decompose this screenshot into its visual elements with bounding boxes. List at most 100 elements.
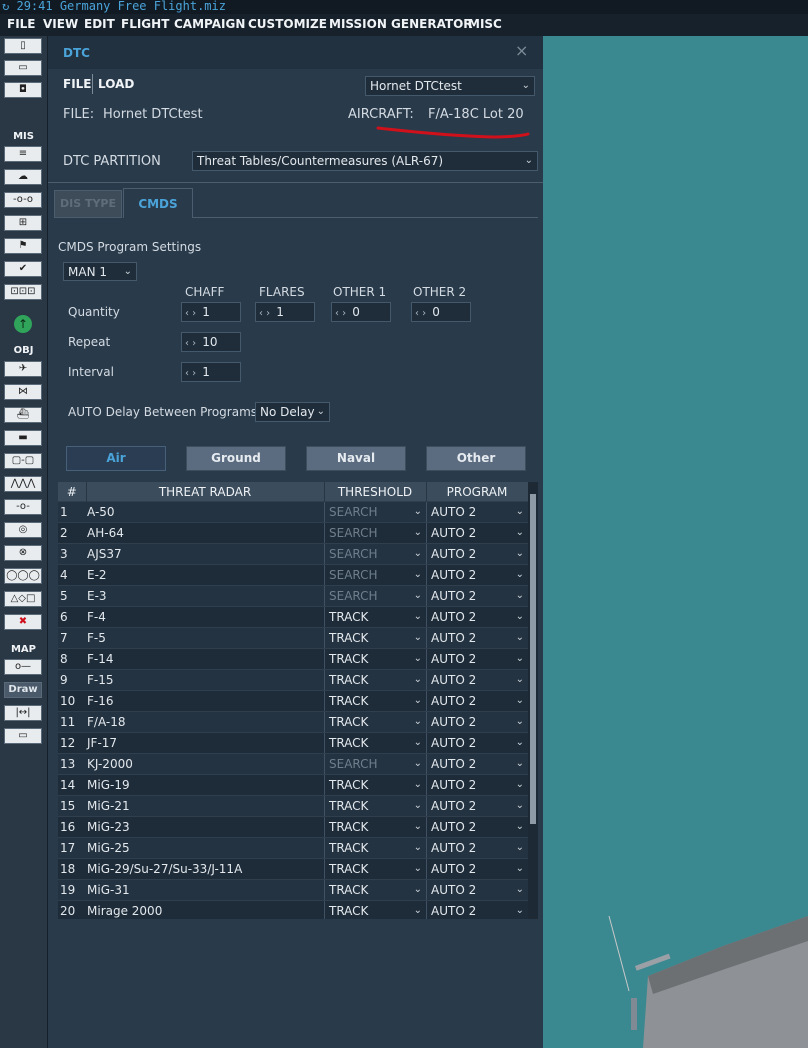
program-select[interactable]: AUTO 2 ⌄: [426, 817, 528, 837]
threshold-select[interactable]: TRACK ⌄: [324, 670, 426, 690]
menu-customize[interactable]: CUSTOMIZE: [248, 17, 327, 31]
program-select[interactable]: AUTO 2 ⌄: [426, 838, 528, 858]
menu-view[interactable]: VIEW: [43, 17, 78, 31]
check-icon[interactable]: ✔: [4, 261, 42, 277]
menu-file[interactable]: FILE: [7, 17, 36, 31]
other1-quantity-stepper[interactable]: ‹ › 0: [331, 302, 391, 322]
repeat-stepper[interactable]: ‹ › 10: [181, 332, 241, 352]
distance-icon[interactable]: |↔|: [4, 705, 42, 721]
delete-icon[interactable]: ✖: [4, 614, 42, 630]
category-air-button[interactable]: Air: [66, 446, 166, 471]
threshold-select[interactable]: SEARCH ⌄: [324, 754, 426, 774]
program-select[interactable]: AUTO 2 ⌄: [426, 502, 528, 522]
trigger-zone-icon[interactable]: ◎: [4, 522, 42, 538]
threshold-select[interactable]: TRACK ⌄: [324, 733, 426, 753]
table-scrollbar[interactable]: [528, 482, 538, 919]
up-arrow-icon[interactable]: ↑: [14, 315, 32, 333]
program-value: AUTO 2: [431, 715, 477, 729]
program-select[interactable]: AUTO 2 ⌄: [426, 523, 528, 543]
menu-campaign[interactable]: CAMPAIGN: [174, 17, 245, 31]
program-select[interactable]: AUTO 2 ⌄: [426, 565, 528, 585]
threshold-select[interactable]: SEARCH ⌄: [324, 523, 426, 543]
close-icon[interactable]: ×: [515, 41, 528, 60]
threshold-select[interactable]: TRACK ⌄: [324, 775, 426, 795]
map-options-icon[interactable]: ▭: [4, 728, 42, 744]
threshold-select[interactable]: TRACK ⌄: [324, 628, 426, 648]
shapes-icon[interactable]: △◇□: [4, 591, 42, 607]
ship-icon[interactable]: ⛴: [4, 407, 42, 423]
threshold-select[interactable]: TRACK ⌄: [324, 796, 426, 816]
chaff-quantity-stepper[interactable]: ‹ › 1: [181, 302, 241, 322]
program-select[interactable]: AUTO 2 ⌄: [426, 733, 528, 753]
menu-mission-generator[interactable]: MISSION GENERATOR: [329, 17, 473, 31]
new-file-icon[interactable]: ▯: [4, 38, 42, 54]
threshold-select[interactable]: TRACK ⌄: [324, 880, 426, 900]
program-select[interactable]: AUTO 2 ⌄: [426, 859, 528, 879]
other2-quantity-stepper[interactable]: ‹ › 0: [411, 302, 471, 322]
cmds-program-select[interactable]: MAN 1 ⌄: [63, 262, 137, 281]
program-select[interactable]: AUTO 2 ⌄: [426, 649, 528, 669]
threshold-select[interactable]: SEARCH ⌄: [324, 544, 426, 564]
threshold-select[interactable]: SEARCH ⌄: [324, 586, 426, 606]
subtab-dis-type[interactable]: DIS TYPE: [54, 190, 122, 218]
threshold-select[interactable]: TRACK ⌄: [324, 901, 426, 919]
threshold-select[interactable]: SEARCH ⌄: [324, 502, 426, 522]
draw-button[interactable]: Draw: [4, 682, 42, 698]
threshold-select[interactable]: TRACK ⌄: [324, 712, 426, 732]
program-select[interactable]: AUTO 2 ⌄: [426, 712, 528, 732]
weather-icon[interactable]: ☁: [4, 169, 42, 185]
category-naval-button[interactable]: Naval: [306, 446, 406, 471]
group-icon[interactable]: ◯◯◯: [4, 568, 42, 584]
program-select[interactable]: AUTO 2 ⌄: [426, 586, 528, 606]
tab-file[interactable]: FILE: [63, 77, 92, 91]
program-select[interactable]: AUTO 2 ⌄: [426, 670, 528, 690]
route-icon[interactable]: -o-o: [4, 192, 42, 208]
program-select[interactable]: AUTO 2 ⌄: [426, 796, 528, 816]
menu-flight[interactable]: FLIGHT: [121, 17, 169, 31]
tab-load[interactable]: LOAD: [98, 77, 134, 91]
waypoint-icon[interactable]: -o-: [4, 499, 42, 515]
subtab-cmds[interactable]: CMDS: [123, 188, 193, 218]
static-object-icon[interactable]: ▢-▢: [4, 453, 42, 469]
nav-point-icon[interactable]: ⊗: [4, 545, 42, 561]
vehicle-icon[interactable]: ▬: [4, 430, 42, 446]
threshold-select[interactable]: TRACK ⌄: [324, 691, 426, 711]
category-other-button[interactable]: Other: [426, 446, 526, 471]
threshold-select[interactable]: TRACK ⌄: [324, 649, 426, 669]
threshold-select[interactable]: TRACK ⌄: [324, 817, 426, 837]
ruler-icon[interactable]: ⋀⋀⋀: [4, 476, 42, 492]
threshold-select[interactable]: TRACK ⌄: [324, 838, 426, 858]
map-view[interactable]: [543, 36, 808, 1048]
briefing-icon[interactable]: ≡: [4, 146, 42, 162]
flares-quantity-stepper[interactable]: ‹ › 1: [255, 302, 315, 322]
threshold-select[interactable]: TRACK ⌄: [324, 607, 426, 627]
open-file-icon[interactable]: ▭: [4, 60, 42, 76]
target-icon[interactable]: ⊞: [4, 215, 42, 231]
formation-icon[interactable]: ⊡⊡⊡: [4, 284, 42, 300]
helicopter-icon[interactable]: ⋈: [4, 384, 42, 400]
interval-stepper[interactable]: ‹ › 1: [181, 362, 241, 382]
measure-icon[interactable]: o—: [4, 659, 42, 675]
program-select[interactable]: AUTO 2 ⌄: [426, 880, 528, 900]
plane-icon[interactable]: ✈: [4, 361, 42, 377]
program-select[interactable]: AUTO 2 ⌄: [426, 607, 528, 627]
chevron-down-icon: ⌄: [413, 863, 422, 874]
threshold-select[interactable]: SEARCH ⌄: [324, 565, 426, 585]
scrollbar-thumb[interactable]: [530, 494, 536, 824]
program-cell: AUTO 2 ⌄: [426, 795, 528, 817]
category-ground-button[interactable]: Ground: [186, 446, 286, 471]
profile-select[interactable]: Hornet DTCtest ⌄: [365, 76, 535, 96]
partition-select[interactable]: Threat Tables/Countermeasures (ALR-67) ⌄: [192, 151, 538, 171]
menu-misc[interactable]: MISC: [468, 17, 502, 31]
auto-delay-select[interactable]: No Delay ⌄: [255, 402, 330, 422]
program-select[interactable]: AUTO 2 ⌄: [426, 901, 528, 919]
menu-edit[interactable]: EDIT: [84, 17, 115, 31]
save-file-icon[interactable]: ◘: [4, 82, 42, 98]
program-select[interactable]: AUTO 2 ⌄: [426, 628, 528, 648]
program-select[interactable]: AUTO 2 ⌄: [426, 754, 528, 774]
flags-icon[interactable]: ⚑: [4, 238, 42, 254]
program-select[interactable]: AUTO 2 ⌄: [426, 691, 528, 711]
program-select[interactable]: AUTO 2 ⌄: [426, 544, 528, 564]
program-select[interactable]: AUTO 2 ⌄: [426, 775, 528, 795]
threshold-select[interactable]: TRACK ⌄: [324, 859, 426, 879]
